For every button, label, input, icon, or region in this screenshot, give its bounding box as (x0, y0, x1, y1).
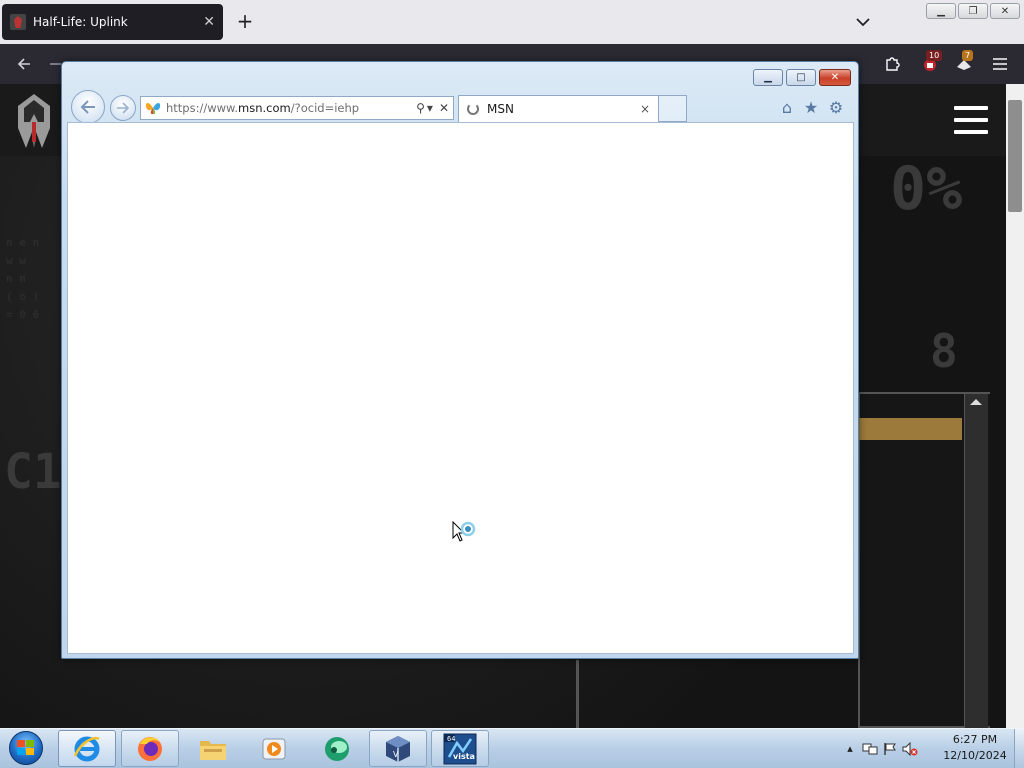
url-text[interactable]: https://www.msn.com/?ocid=iehp (166, 101, 410, 115)
tab-label: MSN (487, 102, 514, 116)
ie-tab-msn[interactable]: MSN × (458, 95, 659, 122)
extension-b-badge: 7 (962, 50, 974, 61)
show-desktop-button[interactable] (1014, 729, 1024, 768)
taskbar-green-app[interactable] (308, 730, 366, 767)
tab-favicon-icon (10, 14, 26, 30)
media-player-icon (262, 738, 286, 759)
panel-scrollbar[interactable] (964, 394, 988, 728)
taskbar-vista-x64[interactable]: 64 vista (431, 730, 489, 767)
chevron-down-icon (856, 17, 870, 26)
favorites-star-icon[interactable]: ★ (801, 97, 821, 117)
tab-close-icon[interactable]: ✕ (203, 14, 215, 30)
volume-muted-icon[interactable] (900, 739, 920, 759)
page-scrollbar-thumb[interactable] (1008, 100, 1022, 212)
network-icon[interactable] (860, 739, 880, 759)
ie-close-button[interactable]: ✕ (819, 69, 851, 86)
scroll-up-icon[interactable] (965, 394, 987, 408)
taskbar-virtualbox[interactable]: V (369, 730, 427, 767)
tray-expand-icon[interactable]: ▴ (840, 739, 860, 759)
ie-address-bar[interactable]: https://www.msn.com/?ocid=iehp ⚲ ▾ ✕ (140, 96, 454, 120)
tab-title: Half-Life: Uplink (33, 15, 128, 29)
clock-time: 6:27 PM (952, 733, 998, 746)
folder-icon (200, 740, 226, 760)
tab-close-icon[interactable]: × (640, 102, 650, 116)
hamburger-icon[interactable] (954, 106, 988, 134)
new-tab-button[interactable]: + (232, 8, 258, 34)
vista-badge: 64 (447, 735, 456, 743)
windows-logo-icon (9, 731, 43, 765)
forward-arrow-icon (117, 102, 130, 114)
taskbar-firefox[interactable] (121, 730, 179, 767)
extensions-icon[interactable] (880, 52, 904, 76)
website-progress-bar (858, 418, 962, 440)
outer-restore-button[interactable]: ❐ (958, 3, 988, 19)
loading-spinner-icon (467, 103, 479, 115)
ie-restore-button[interactable]: □ (786, 69, 816, 86)
spartan-helmet-logo[interactable] (12, 92, 56, 150)
ie-new-tab-button[interactable] (659, 95, 687, 122)
taskbar-media-player[interactable] (245, 730, 303, 767)
list-all-tabs-button[interactable] (850, 10, 876, 34)
vista-label: vista (453, 752, 475, 761)
green-app-icon (325, 736, 349, 761)
outer-minimize-button[interactable]: ▁ (926, 3, 956, 19)
action-center-flag-icon[interactable] (880, 739, 900, 759)
ie-window: ▁ □ ✕ https://www.msn.com/?ocid=iehp ⚲ ▾… (61, 61, 859, 659)
taskbar-file-explorer[interactable] (184, 730, 242, 767)
firefox-icon (138, 736, 162, 761)
extension-a-badge: 10 (926, 50, 943, 61)
outer-close-button[interactable]: ✕ (990, 3, 1020, 19)
svg-text:V: V (393, 750, 399, 759)
website-divider (576, 660, 579, 728)
start-button[interactable] (4, 729, 48, 767)
ie-page-content[interactable] (67, 122, 854, 654)
back-icon[interactable] (12, 52, 36, 76)
msn-butterfly-icon (145, 101, 161, 115)
home-icon[interactable]: ⌂ (777, 97, 797, 117)
settings-gear-icon[interactable]: ⚙ (826, 97, 846, 117)
address-dropdown-icon[interactable]: ▾ (427, 101, 433, 115)
outer-browser-tab[interactable]: Half-Life: Uplink ✕ (2, 4, 223, 40)
stop-icon[interactable]: ✕ (439, 101, 449, 115)
internet-explorer-icon (73, 736, 100, 761)
menu-icon[interactable] (988, 52, 1012, 76)
clock-date: 12/10/2024 (943, 749, 1007, 762)
ie-back-button[interactable] (71, 90, 105, 124)
search-icon[interactable]: ⚲ (416, 101, 425, 115)
taskbar-internet-explorer[interactable] (58, 730, 116, 767)
ie-minimize-button[interactable]: ▁ (753, 69, 783, 86)
taskbar-clock[interactable]: 6:27 PM 12/10/2024 (938, 732, 1012, 766)
virtualbox-icon: V (386, 735, 410, 762)
busy-cursor-icon (452, 520, 482, 551)
ie-forward-button[interactable] (110, 95, 136, 121)
back-arrow-icon (80, 100, 95, 114)
